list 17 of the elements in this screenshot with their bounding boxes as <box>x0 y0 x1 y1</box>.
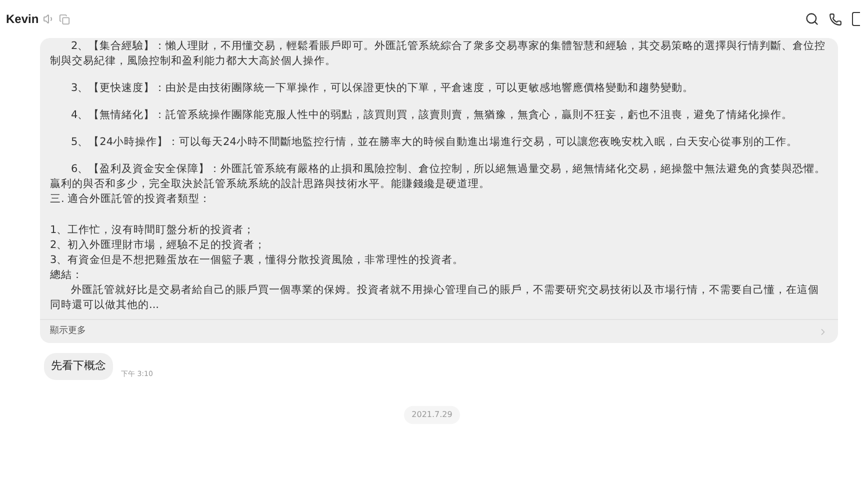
show-more-link[interactable]: 顯示更多 <box>40 319 838 343</box>
message-paragraph: 4、【無情緒化】：託管系統操作團隊能克服人性中的弱點，該買則買，該賣則賣，無猶豫，無貪心，贏則不狂妄，虧也不沮喪，避免了情緒化操作。 <box>70 108 794 123</box>
message-paragraph: 3、【更快速度】：由於是由技術團隊統一下單操作，可以保證更快的下單，平倉速度，可以更敏感地響應價格變動和趨勢變動。 <box>70 81 695 96</box>
message-paragraph: 5、【24小時操作】：可以每天24小時不間斷地監控行情，並在勝率大的時候自動進出場進行交易，可以讓您夜晚安枕入眠，白天安心從事別的工作。 <box>70 135 798 150</box>
message-line: 總結： <box>50 268 84 283</box>
message-line: 1、工作忙，沒有時間盯盤分析的投資者； <box>50 223 256 238</box>
reply-bubble: 先看下概念 <box>44 353 113 380</box>
message-paragraph: 外匯託管就好比是交易者給自己的賬戶買一個專業的保姆。投資者就不用操心管理自己的賬戶，不需要研究交易技術以及市場行情，不需要自己懂，在這個同時還可以做其他的... <box>50 283 820 313</box>
message-line: 3、有資金但是不想把雞蛋放在一個籃子裏，懂得分散投資風險，非常理性的投資者。 <box>50 253 465 268</box>
message-paragraph: 2、【集合經驗】：懶人理財，不用懂交易，輕鬆看賬戶即可。外匯託管系統綜合了衆多交易專家的集體智慧和經驗，其交易策略的選擇與行情判斷、倉位控制與交易紀律，風險控制和盈利能力都大大高於個人操作。 <box>50 39 827 69</box>
window-icon[interactable] <box>852 12 860 26</box>
contact-name: Kevin <box>6 11 39 28</box>
phone-icon[interactable] <box>829 12 842 26</box>
message-paragraph: 6、【盈利及資金安全保障】：外匯託管系統有嚴格的止損和風險控制、倉位控制，所以絕無過量交易，絕無情緒化交易，絕操盤中無法避免的貪婪與恐懼。贏利的與否和多少，完全取決於託管系統系統的設計思路與技術水平。能賺錢纔是硬道理。 <box>50 162 827 192</box>
section-heading: 三. 適合外匯託管的投資者類型： <box>50 192 212 207</box>
search-icon[interactable] <box>805 12 819 26</box>
message-line: 2、初入外匯理財市場，經驗不足的投資者； <box>50 238 267 253</box>
